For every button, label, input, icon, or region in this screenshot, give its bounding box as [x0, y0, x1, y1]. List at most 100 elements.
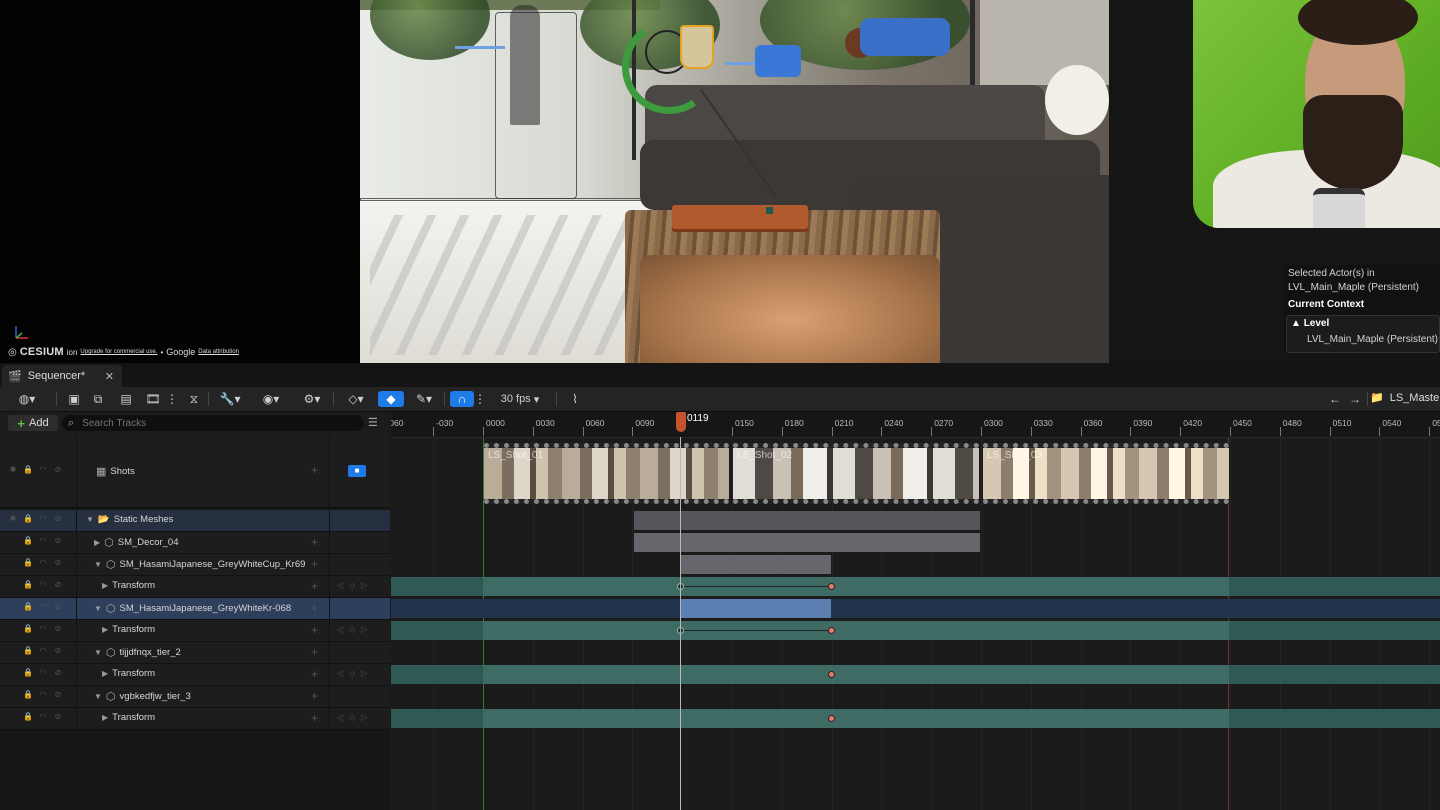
- mute-icon[interactable]: ⊘: [53, 624, 63, 634]
- transform-section[interactable]: [483, 621, 1229, 640]
- camera-cut-icon[interactable]: ■: [348, 465, 366, 477]
- gizmo-axis-arrow[interactable]: [455, 46, 505, 49]
- edit-mode-icon[interactable]: ✎▾: [410, 391, 438, 407]
- key-diamond-icon[interactable]: ◇▾: [342, 391, 370, 407]
- shot-section[interactable]: LS_Shot_03: [983, 443, 1229, 504]
- add-key-icon[interactable]: ◇: [349, 713, 355, 722]
- expand-arrow-icon[interactable]: ▶: [102, 581, 108, 590]
- collapse-arrow-icon[interactable]: ▼: [94, 692, 102, 701]
- next-key-icon[interactable]: ▷: [361, 713, 367, 722]
- scene-blue-object[interactable]: [860, 18, 950, 56]
- expand-arrow-icon[interactable]: ▶: [102, 625, 108, 634]
- headphones-icon[interactable]: ◠: [38, 514, 48, 524]
- scene-blue-object[interactable]: [755, 45, 801, 77]
- track-row-sm-hasami-cup[interactable]: 🔒 ◠ ⊘ ▼ ⬡ SM_HasamiJapanese_GreyWhiteCup_Kr6…: [0, 554, 390, 576]
- track-row-transform[interactable]: 🔒 ◠ ⊘ ▶ Transform + ◁ ◇ ▷: [0, 708, 390, 730]
- cup-section[interactable]: [680, 555, 831, 574]
- snap-magnet-icon[interactable]: ∩: [450, 391, 474, 407]
- keyframe[interactable]: [828, 715, 835, 722]
- search-tracks-field[interactable]: ⌕: [62, 415, 364, 431]
- level-viewport[interactable]: [360, 0, 1109, 363]
- lock-icon[interactable]: 🔒: [23, 668, 33, 678]
- save-icon[interactable]: ▣: [66, 391, 82, 407]
- headphones-icon[interactable]: ◠: [38, 624, 48, 634]
- mute-icon[interactable]: ⊘: [53, 558, 63, 568]
- sequencer-timeline[interactable]: -060 -030 0000 0030 0060 0090 0150 0180 0210 0240…: [391, 412, 1440, 810]
- context-level-item[interactable]: ▲ Level LVL_Main_Maple (Persistent): [1286, 315, 1440, 353]
- keyframe[interactable]: [828, 671, 835, 678]
- track-row-tier-2[interactable]: 🔒 ◠ ⊘ ▼ ⬡ tijjdfnqx_tier_2 +: [0, 642, 390, 664]
- shot-section[interactable]: LS_Shot_01: [484, 443, 729, 504]
- lock-icon[interactable]: 🔒: [23, 465, 33, 475]
- track-row-sm-hasami-kr068[interactable]: 🔒 ◠ ⊘ ▼ ⬡ SM_HasamiJapanese_GreyWhiteKr-068 …: [0, 598, 390, 620]
- add-to-track-icon[interactable]: +: [311, 711, 318, 725]
- render-movie-icon[interactable]: 🎞: [144, 391, 162, 407]
- track-row-tier-3[interactable]: 🔒 ◠ ⊘ ▼ ⬡ vgbkedfjw_tier_3 +: [0, 686, 390, 708]
- back-arrow-icon[interactable]: ←: [1326, 391, 1344, 407]
- headphones-icon[interactable]: ◠: [38, 668, 48, 678]
- mute-icon[interactable]: ⊘: [53, 580, 63, 590]
- transform-section[interactable]: [483, 577, 1229, 596]
- lock-icon[interactable]: 🔒: [23, 580, 33, 590]
- track-row-shots[interactable]: ✱ 🔒 ◠ ⊘ ▦ Shots + ■: [0, 434, 390, 508]
- next-key-icon[interactable]: ▷: [361, 581, 367, 590]
- prev-key-icon[interactable]: ◁: [337, 581, 343, 590]
- eye-icon[interactable]: ◉▾: [256, 391, 286, 407]
- keyframe[interactable]: [828, 583, 835, 590]
- track-row-sm-decor[interactable]: 🔒 ◠ ⊘ ▶ ⬡ SM_Decor_04 +: [0, 532, 390, 554]
- actions-icon[interactable]: ⧖: [186, 391, 202, 407]
- lock-icon[interactable]: 🔒: [23, 624, 33, 634]
- add-to-track-icon[interactable]: +: [311, 689, 318, 703]
- kr068-section[interactable]: [680, 599, 831, 618]
- headphones-icon[interactable]: ◠: [38, 712, 48, 722]
- keyframe[interactable]: [828, 627, 835, 634]
- wrench-icon[interactable]: 🔧▾: [216, 391, 244, 407]
- add-key-icon[interactable]: ◇: [349, 581, 355, 590]
- prev-key-icon[interactable]: ◁: [337, 669, 343, 678]
- prev-key-icon[interactable]: ◁: [337, 713, 343, 722]
- time-ruler[interactable]: -060 -030 0000 0030 0060 0090 0150 0180 0210 0240…: [391, 412, 1440, 438]
- next-key-icon[interactable]: ▷: [361, 669, 367, 678]
- collapse-arrow-icon[interactable]: ▼: [94, 604, 102, 613]
- track-row-transform[interactable]: 🔒 ◠ ⊘ ▶ Transform + ◁ ◇ ▷: [0, 576, 390, 598]
- lock-icon[interactable]: 🔒: [23, 690, 33, 700]
- add-to-track-icon[interactable]: +: [311, 623, 318, 637]
- headphones-icon[interactable]: ◠: [38, 602, 48, 612]
- mute-icon[interactable]: ⊘: [53, 690, 63, 700]
- add-to-track-icon[interactable]: +: [311, 601, 318, 615]
- search-tracks-input[interactable]: [80, 416, 355, 430]
- auto-key-icon[interactable]: ◆: [378, 391, 404, 407]
- more-icon[interactable]: ⋮: [166, 391, 178, 407]
- mute-icon[interactable]: ⊘: [53, 646, 63, 656]
- add-key-icon[interactable]: ◇: [349, 625, 355, 634]
- lock-icon[interactable]: 🔒: [23, 536, 33, 546]
- headphones-icon[interactable]: ◠: [38, 646, 48, 656]
- expand-arrow-icon[interactable]: ▶: [102, 669, 108, 678]
- mute-icon[interactable]: ⊘: [53, 536, 63, 546]
- add-to-track-icon[interactable]: +: [311, 463, 318, 477]
- expand-arrow-icon[interactable]: ▶: [102, 713, 108, 722]
- add-track-button[interactable]: + Add: [8, 415, 58, 431]
- snap-options-icon[interactable]: ⋮: [474, 391, 486, 407]
- cesium-upgrade-link[interactable]: Upgrade for commercial use.: [80, 349, 157, 355]
- data-attribution-link[interactable]: Data attribution: [198, 349, 239, 355]
- next-key-icon[interactable]: ▷: [361, 625, 367, 634]
- camera-icon[interactable]: ▤: [118, 391, 134, 407]
- mute-icon[interactable]: ⊘: [53, 712, 63, 722]
- playhead-line[interactable]: [680, 437, 681, 810]
- close-icon[interactable]: ✕: [105, 370, 114, 383]
- add-to-track-icon[interactable]: +: [311, 535, 318, 549]
- lock-icon[interactable]: 🔒: [23, 712, 33, 722]
- playback-options-icon[interactable]: ⚙▾: [298, 391, 326, 407]
- expand-arrow-icon[interactable]: ▶: [94, 538, 100, 547]
- add-key-icon[interactable]: ◇: [349, 669, 355, 678]
- playhead-handle[interactable]: [676, 412, 686, 432]
- forward-arrow-icon[interactable]: →: [1346, 391, 1364, 407]
- world-menu-icon[interactable]: ◍▾: [12, 391, 42, 407]
- mute-icon[interactable]: ⊘: [53, 602, 63, 612]
- headphones-icon[interactable]: ◠: [38, 465, 48, 475]
- pin-icon[interactable]: ✱: [8, 465, 18, 475]
- add-to-track-icon[interactable]: +: [311, 667, 318, 681]
- sm-decor-section[interactable]: [634, 533, 980, 552]
- transform-section[interactable]: [483, 709, 1229, 728]
